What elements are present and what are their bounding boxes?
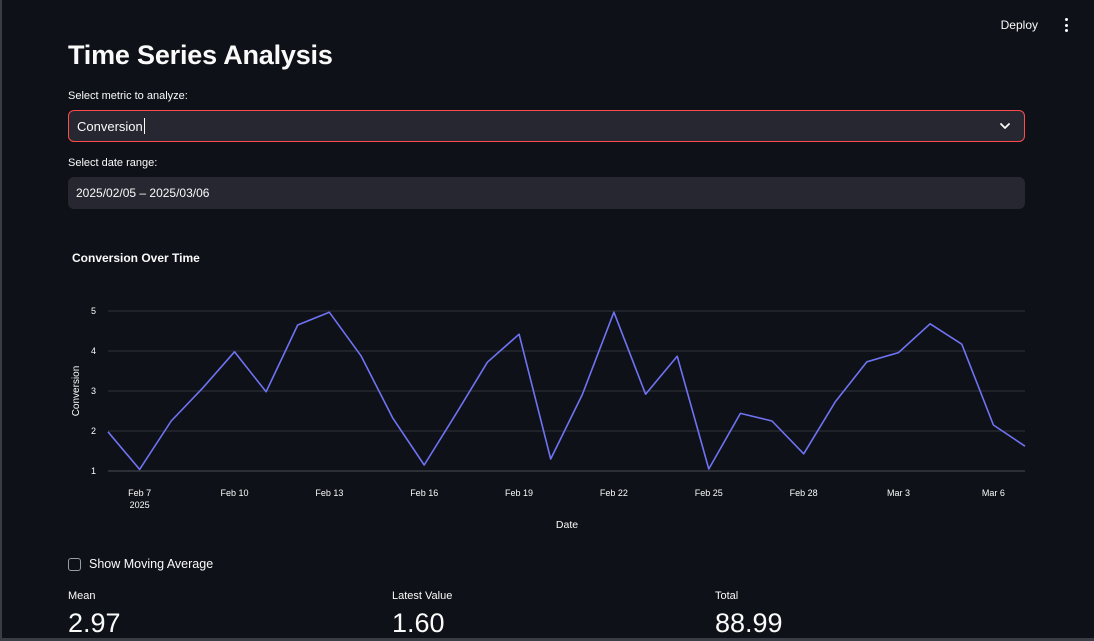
app-window: Deploy Time Series Analysis Select metri… (0, 0, 1094, 641)
line-chart: Conversion Over Time 12345 Feb 7 2025 Feb … (62, 245, 1032, 540)
page-title: Time Series Analysis (68, 40, 333, 70)
x-tick-label: Feb 28 (790, 488, 818, 498)
vertical-ellipsis-icon[interactable] (1058, 15, 1074, 35)
metric-value: 88.99 (715, 608, 783, 638)
metric-select-value: Conversion (77, 118, 143, 134)
moving-average-toggle[interactable]: Show Moving Average (68, 557, 213, 571)
x-tick-label: Mar 6 (982, 488, 1005, 498)
moving-average-checkbox[interactable] (68, 557, 81, 571)
x-tick-label: Feb 25 (695, 488, 723, 498)
y-tick-label: 2 (91, 426, 96, 436)
date-range-value: 2025/02/05 – 2025/03/06 (76, 186, 210, 200)
x-tick-label: Mar 3 (887, 488, 910, 498)
y-axis-label: Conversion (71, 366, 82, 417)
grid-layer (108, 310, 1025, 472)
top-toolbar: Deploy (995, 14, 1074, 36)
y-tick-label: 5 (91, 306, 96, 316)
y-tick-label: 1 (91, 466, 96, 476)
x-tick-label: Feb 7 (128, 488, 151, 498)
metric-latest-value: Latest Value 1.60 (392, 590, 452, 639)
x-axis-label: Date (556, 519, 578, 531)
y-tick-labels: 1 2 3 4 5 (91, 306, 96, 476)
metric-total: Total 88.99 (715, 590, 783, 639)
chart-svg: 12345 Feb 72025Feb 10 Feb 13 Feb 16 Feb 19 F… (71, 306, 1026, 531)
metric-value: 1.60 (392, 608, 445, 638)
x-tick-sublabel: 2025 (130, 500, 150, 510)
y-tick-label: 4 (91, 346, 96, 356)
chevron-down-icon[interactable] (998, 119, 1012, 133)
date-range-input[interactable]: 2025/02/05 – 2025/03/06 (68, 177, 1025, 209)
moving-average-label: Show Moving Average (89, 557, 214, 571)
metric-select[interactable]: Conversion (68, 110, 1025, 142)
metric-value: 2.97 (68, 608, 121, 638)
x-tick-label: Feb 10 (220, 488, 248, 498)
deploy-button[interactable]: Deploy (995, 14, 1044, 36)
metric-label: Total (715, 590, 739, 602)
metric-select-label: Select metric to analyze: (68, 90, 188, 102)
metric-mean: Mean 2.97 (68, 590, 121, 639)
chart-title: Conversion Over Time (72, 251, 200, 265)
x-tick-label: Feb 16 (410, 488, 438, 498)
date-range-label: Select date range: (68, 157, 158, 169)
y-tick-label: 3 (91, 386, 96, 396)
metric-label: Mean (68, 590, 96, 602)
x-tick-label: Feb 19 (505, 488, 533, 498)
text-cursor (143, 118, 145, 134)
metric-label: Latest Value (392, 590, 453, 602)
x-tick-labels: Feb 7 2025 Feb 10 Feb 13 Feb 16 Feb 19 Feb 22 F… (128, 488, 1005, 510)
x-tick-label: Feb 22 (600, 488, 628, 498)
x-tick-label: Feb 13 (315, 488, 343, 498)
